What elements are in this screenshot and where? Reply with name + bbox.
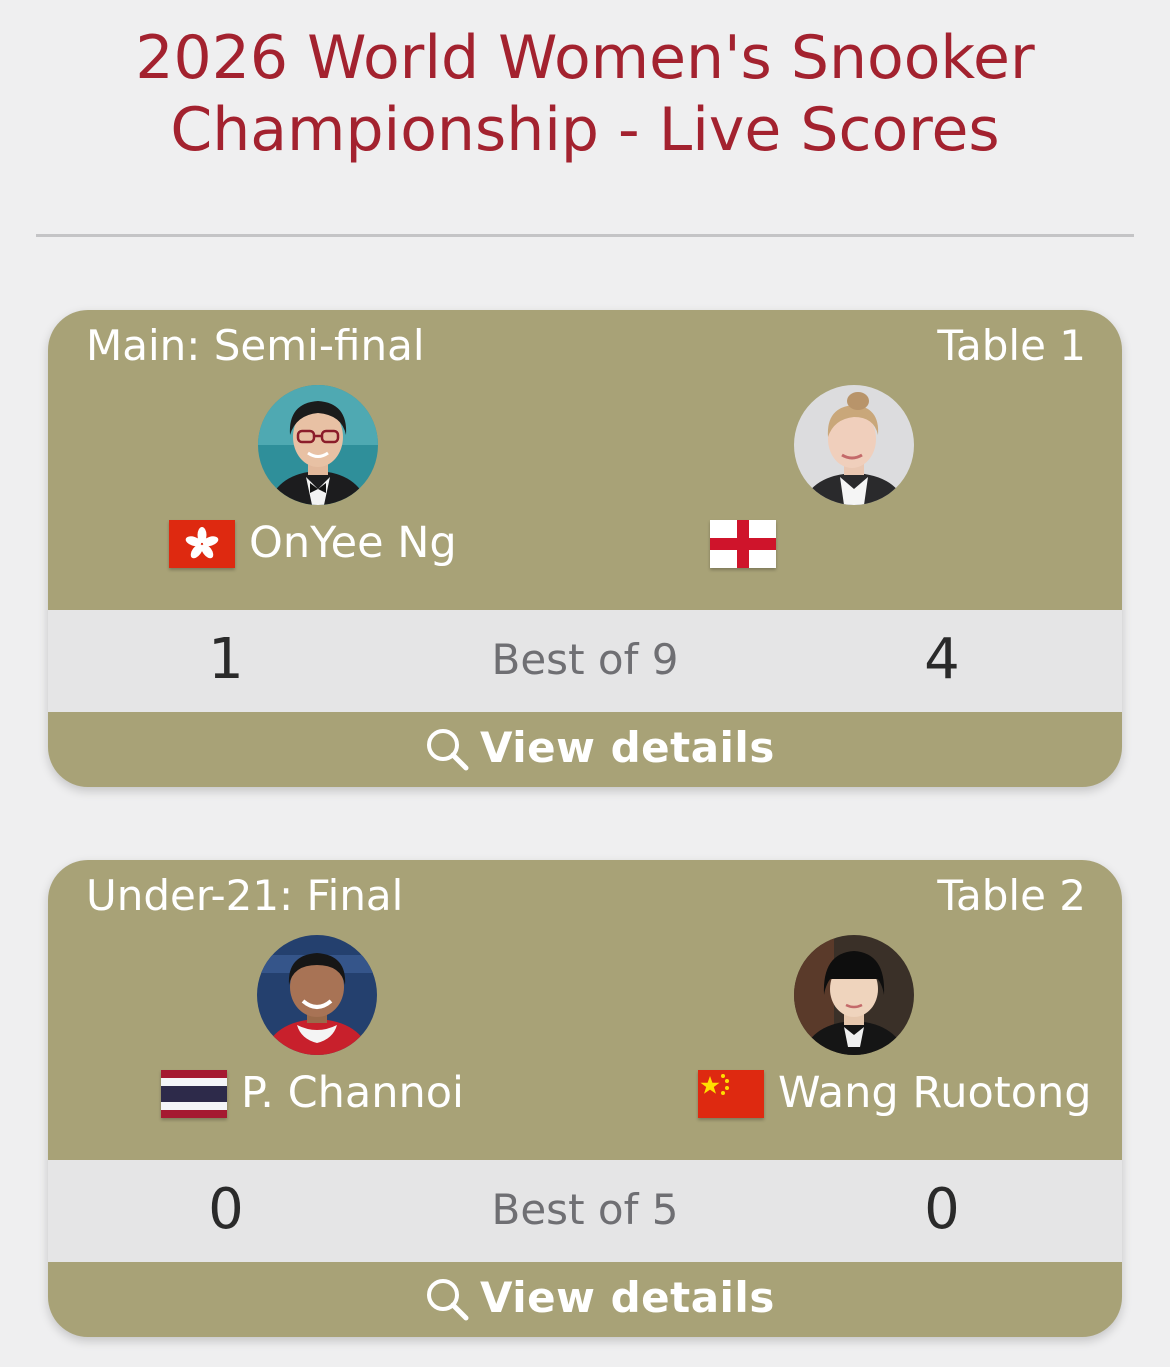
- view-details-label: View details: [480, 723, 775, 772]
- player-2: Wang Ruotong: [585, 935, 1122, 1160]
- match-header: Main: Semi-final Table 1 OnYee Ng: [48, 310, 1122, 610]
- hong-kong-flag-icon: [169, 520, 235, 568]
- search-icon: [424, 1276, 470, 1322]
- player-name: P. Channoi: [241, 1068, 464, 1118]
- player-1: P. Channoi: [48, 935, 585, 1160]
- player-name-row: Wang Ruotong: [585, 1065, 1122, 1121]
- round-label: Under-21: Final: [86, 871, 404, 920]
- table-label: Table 1: [937, 321, 1086, 370]
- match-card: Under-21: Final Table 2 P. Channoi Wang …: [48, 860, 1122, 1337]
- score-band: 1 Best of 9 4: [48, 610, 1122, 712]
- player-name-row: [585, 515, 1122, 571]
- player-1: OnYee Ng: [48, 385, 585, 610]
- round-label: Main: Semi-final: [86, 321, 425, 370]
- player-avatar: [794, 385, 914, 505]
- page-title-line-1: 2026 World Women's Snooker: [135, 23, 1035, 93]
- player-avatar: [794, 935, 914, 1055]
- match-header: Under-21: Final Table 2 P. Channoi Wang …: [48, 860, 1122, 1160]
- player-name: Wang Ruotong: [778, 1068, 1092, 1118]
- player-2-score: 4: [924, 627, 960, 692]
- player-2-score: 0: [924, 1177, 960, 1242]
- player-avatar: [258, 385, 378, 505]
- player-name: OnYee Ng: [249, 518, 457, 568]
- page-title: 2026 World Women's Snooker Championship …: [0, 22, 1170, 166]
- match-card: Main: Semi-final Table 1 OnYee Ng 1 Best…: [48, 310, 1122, 787]
- china-flag-icon: [698, 1070, 764, 1118]
- view-details-label: View details: [480, 1273, 775, 1322]
- player-avatar: [257, 935, 377, 1055]
- header-divider: [36, 234, 1134, 237]
- view-details-button[interactable]: View details: [48, 1262, 1122, 1337]
- table-label: Table 2: [937, 871, 1086, 920]
- player-2: [585, 385, 1122, 610]
- player-name-row: P. Channoi: [48, 1065, 585, 1121]
- england-flag-icon: [710, 520, 776, 568]
- score-band: 0 Best of 5 0: [48, 1160, 1122, 1262]
- page-title-line-2: Championship - Live Scores: [170, 95, 1000, 165]
- search-icon: [424, 726, 470, 772]
- player-name-row: OnYee Ng: [48, 515, 585, 571]
- thailand-flag-icon: [161, 1070, 227, 1118]
- view-details-button[interactable]: View details: [48, 712, 1122, 787]
